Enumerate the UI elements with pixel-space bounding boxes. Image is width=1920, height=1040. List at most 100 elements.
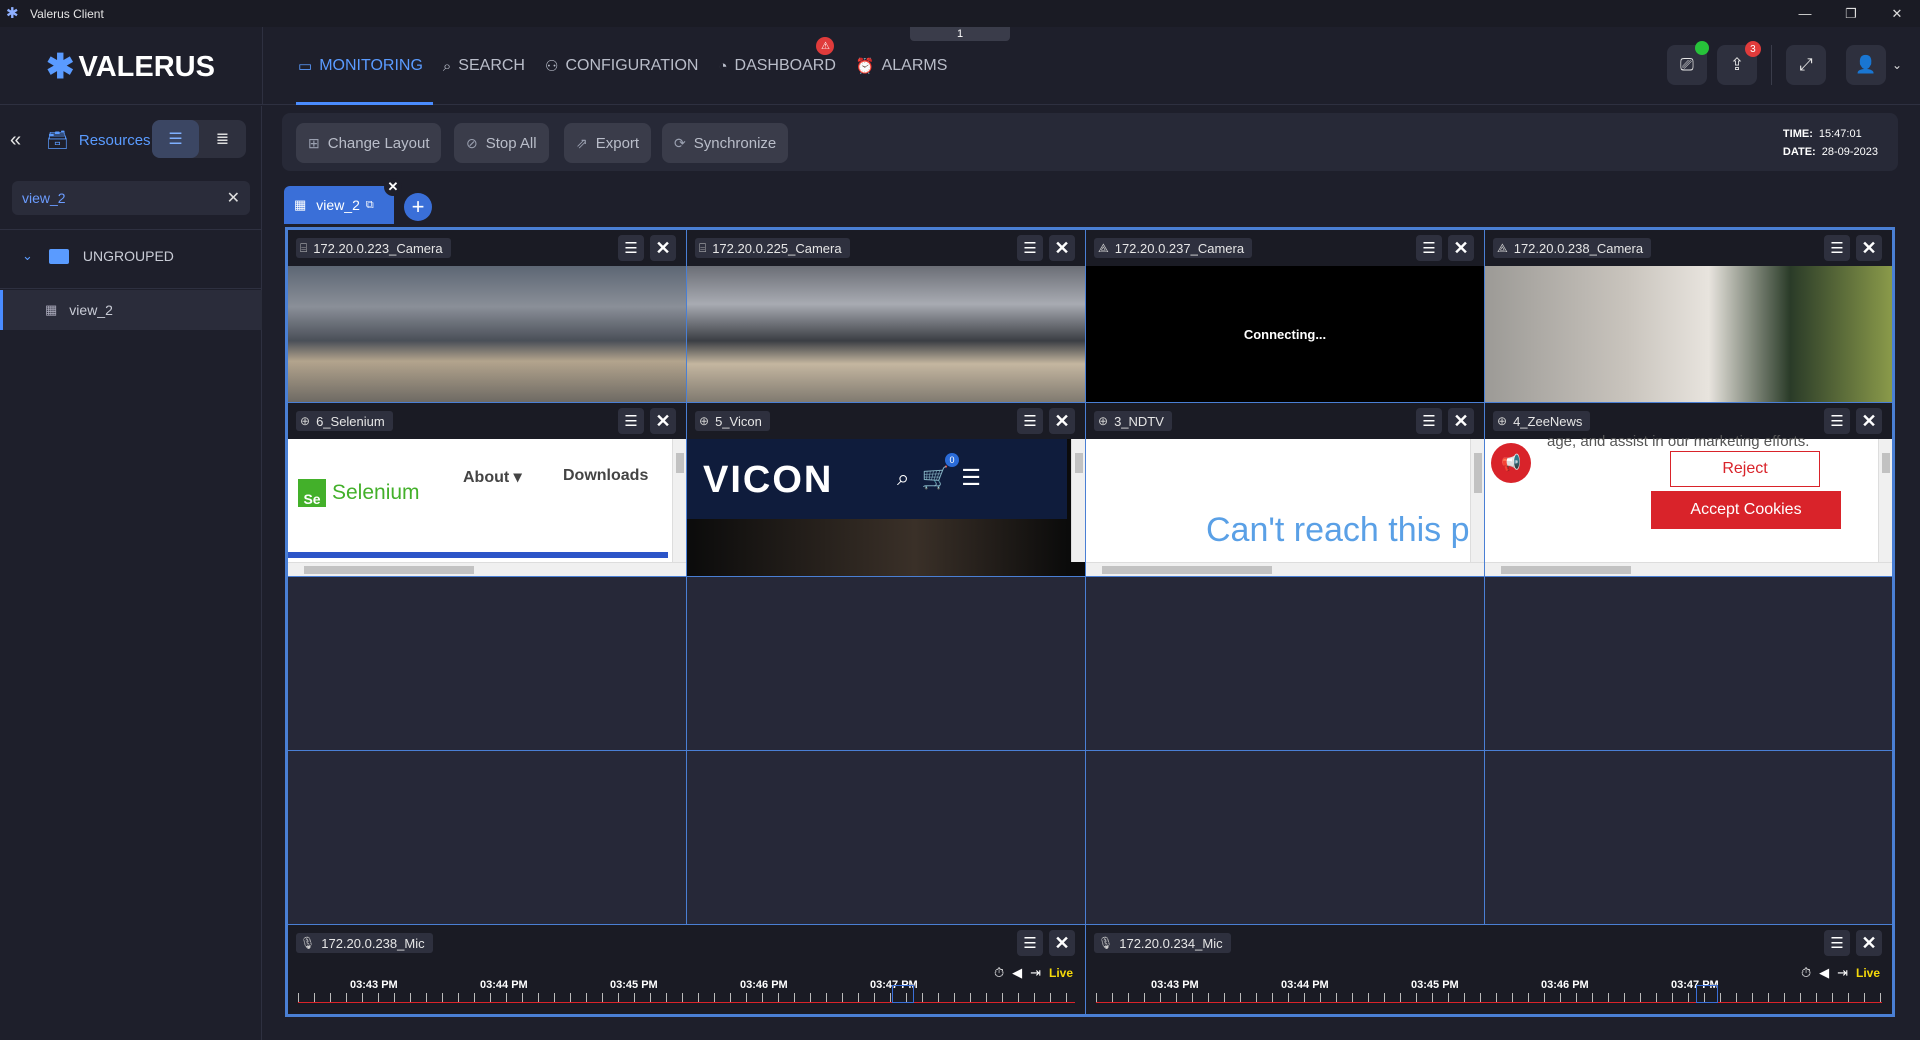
tile-menu-button[interactable]: ☰: [1824, 408, 1850, 434]
tile-close-button[interactable]: ✕: [1448, 408, 1474, 434]
close-window-button[interactable]: ✕: [1874, 0, 1920, 27]
user-menu[interactable]: 👤 ⌄: [1836, 45, 1902, 85]
cart-icon[interactable]: 🛒: [922, 465, 949, 490]
video-feed[interactable]: [1485, 266, 1892, 402]
tile-menu-button[interactable]: ☰: [1416, 408, 1442, 434]
web-tile[interactable]: ⊕ 4_ZeeNews ☰ ✕ age, and assist in our mark…: [1484, 402, 1893, 577]
tile-menu-button[interactable]: ☰: [1824, 930, 1850, 956]
tile-close-button[interactable]: ✕: [1856, 235, 1882, 261]
megaphone-icon[interactable]: 📢: [1491, 443, 1531, 483]
tile-menu-button[interactable]: ☰: [1017, 235, 1043, 261]
nav-search[interactable]: ⌕ SEARCH: [443, 27, 525, 105]
tile-close-button[interactable]: ✕: [650, 408, 676, 434]
mic-tile[interactable]: 🎙 172.20.0.238_Mic ☰ ✕ ⏱ ◀ ⇥ Live 03:43 PM …: [287, 924, 1086, 1015]
vertical-scrollbar[interactable]: [672, 439, 686, 562]
change-layout-button[interactable]: ⊞ Change Layout: [296, 123, 442, 163]
horizontal-scrollbar[interactable]: [288, 562, 686, 576]
resources-label[interactable]: Resources: [79, 132, 151, 149]
tile-menu-button[interactable]: ☰: [1017, 930, 1043, 956]
vertical-scrollbar[interactable]: [1878, 439, 1892, 562]
timeline-cursor[interactable]: [1696, 985, 1718, 1003]
tab-view[interactable]: ▦ view_2 ⧉: [284, 186, 394, 224]
search-icon[interactable]: ⌕: [897, 465, 909, 490]
maximize-button[interactable]: ❐: [1828, 0, 1874, 27]
live-indicator[interactable]: Live: [1049, 966, 1073, 980]
empty-tile[interactable]: [1484, 576, 1893, 751]
hamburger-menu-icon[interactable]: ☰: [961, 465, 981, 490]
nav-configuration[interactable]: ⚇ CONFIGURATION: [545, 27, 698, 105]
export-button[interactable]: ⇗ Export: [564, 123, 652, 163]
tree-item-view[interactable]: ▦ view_2: [0, 290, 262, 330]
empty-tile[interactable]: [287, 750, 687, 925]
video-feed[interactable]: Connecting...: [1086, 266, 1484, 402]
timeline[interactable]: 03:43 PM 03:44 PM 03:45 PM 03:46 PM 03:4…: [288, 979, 1085, 1005]
reject-cookies-button[interactable]: Reject: [1670, 451, 1820, 487]
tree-group-ungrouped[interactable]: ⌄ UNGROUPED: [22, 248, 174, 264]
empty-tile[interactable]: [1085, 576, 1485, 751]
live-indicator[interactable]: Live: [1856, 966, 1880, 980]
tree-view-icon[interactable]: ☰: [152, 120, 199, 158]
tile-close-button[interactable]: ✕: [650, 235, 676, 261]
tile-close-button[interactable]: ✕: [1856, 930, 1882, 956]
about-link[interactable]: About ▾: [463, 467, 522, 487]
vertical-scrollbar[interactable]: [1071, 439, 1085, 562]
camera-tile[interactable]: ⌸ 172.20.0.225_Camera ☰ ✕: [686, 229, 1086, 403]
synchronize-button[interactable]: ⟳ Synchronize: [662, 123, 789, 163]
empty-tile[interactable]: [287, 576, 687, 751]
collapse-sidebar-icon[interactable]: «: [10, 129, 30, 152]
selenium-logo[interactable]: Se Selenium: [298, 479, 420, 507]
nav-monitoring[interactable]: ▭ MONITORING: [296, 27, 433, 105]
horizontal-scrollbar[interactable]: [1485, 562, 1892, 576]
empty-tile[interactable]: [1085, 750, 1485, 925]
notifications-button[interactable]: ⇪ 3: [1716, 41, 1761, 85]
camera-tile[interactable]: ⟁ 172.20.0.238_Camera ☰ ✕: [1484, 229, 1893, 403]
web-page[interactable]: VICON ⌕ 🛒 ☰ 0: [687, 439, 1085, 576]
minimize-button[interactable]: —: [1782, 0, 1828, 27]
horizontal-scrollbar[interactable]: [1086, 562, 1484, 576]
web-tile[interactable]: ⊕ 5_Vicon ☰ ✕ VICON ⌕ 🛒 ☰ 0: [686, 402, 1086, 577]
tile-menu-button[interactable]: ☰: [1416, 235, 1442, 261]
empty-tile[interactable]: [1484, 750, 1893, 925]
user-avatar[interactable]: 👤: [1845, 45, 1886, 85]
web-page[interactable]: Se Selenium About ▾ Downloads: [288, 439, 686, 576]
timeline-cursor[interactable]: [892, 985, 914, 1003]
close-tab-icon[interactable]: ✕: [384, 178, 402, 196]
camera-tile[interactable]: ⌸ 172.20.0.223_Camera ☰ ✕: [287, 229, 687, 403]
tile-menu-button[interactable]: ☰: [1824, 235, 1850, 261]
accept-cookies-button[interactable]: Accept Cookies: [1651, 491, 1841, 529]
list-view-icon[interactable]: ≣: [199, 120, 246, 158]
mic-tile[interactable]: 🎙 172.20.0.234_Mic ☰ ✕ ⏱ ◀ ⇥ Live 03:43 PM …: [1085, 924, 1893, 1015]
tile-close-button[interactable]: ✕: [1049, 930, 1075, 956]
timeline[interactable]: 03:43 PM 03:44 PM 03:45 PM 03:46 PM 03:4…: [1086, 979, 1892, 1005]
tile-close-button[interactable]: ✕: [1049, 235, 1075, 261]
empty-tile[interactable]: [686, 750, 1086, 925]
vicon-logo[interactable]: VICON: [703, 459, 833, 502]
tile-menu-button[interactable]: ☰: [618, 408, 644, 434]
nav-dashboard[interactable]: ◔ DASHBOARD ⚠: [718, 27, 836, 105]
empty-tile[interactable]: [686, 576, 1086, 751]
video-feed[interactable]: [288, 266, 686, 402]
stop-all-button[interactable]: ⊘ Stop All: [454, 123, 549, 163]
search-input[interactable]: [22, 190, 227, 206]
downloads-link[interactable]: Downloads: [563, 467, 648, 485]
nav-alarms[interactable]: ⏰ ALARMS: [856, 27, 947, 105]
web-tile[interactable]: ⊕ 6_Selenium ☰ ✕ Se Selenium About ▾ Downloa…: [287, 402, 687, 577]
camera-icon: ⌸: [300, 240, 308, 255]
chevron-down-icon[interactable]: ⌄: [22, 248, 33, 264]
tile-close-button[interactable]: ✕: [1448, 235, 1474, 261]
clear-search-icon[interactable]: ✕: [227, 188, 240, 208]
web-page[interactable]: Can't reach this p: [1086, 439, 1484, 576]
fullscreen-button[interactable]: ⤢: [1785, 45, 1826, 85]
tile-close-button[interactable]: ✕: [1049, 408, 1075, 434]
camera-tile[interactable]: ⟁ 172.20.0.237_Camera ☰ ✕ Connecting...: [1085, 229, 1485, 403]
tile-close-button[interactable]: ✕: [1856, 408, 1882, 434]
web-page[interactable]: age, and assist in our marketing efforts…: [1485, 433, 1892, 576]
connection-status-button[interactable]: ⎚: [1666, 41, 1709, 85]
popout-icon[interactable]: ⧉: [366, 199, 374, 212]
tile-menu-button[interactable]: ☰: [1017, 408, 1043, 434]
vertical-scrollbar[interactable]: [1470, 439, 1484, 562]
web-tile[interactable]: ⊕ 3_NDTV ☰ ✕ Can't reach this p: [1085, 402, 1485, 577]
tile-menu-button[interactable]: ☰: [618, 235, 644, 261]
video-feed[interactable]: [687, 266, 1085, 402]
add-tab-button[interactable]: +: [404, 193, 432, 221]
